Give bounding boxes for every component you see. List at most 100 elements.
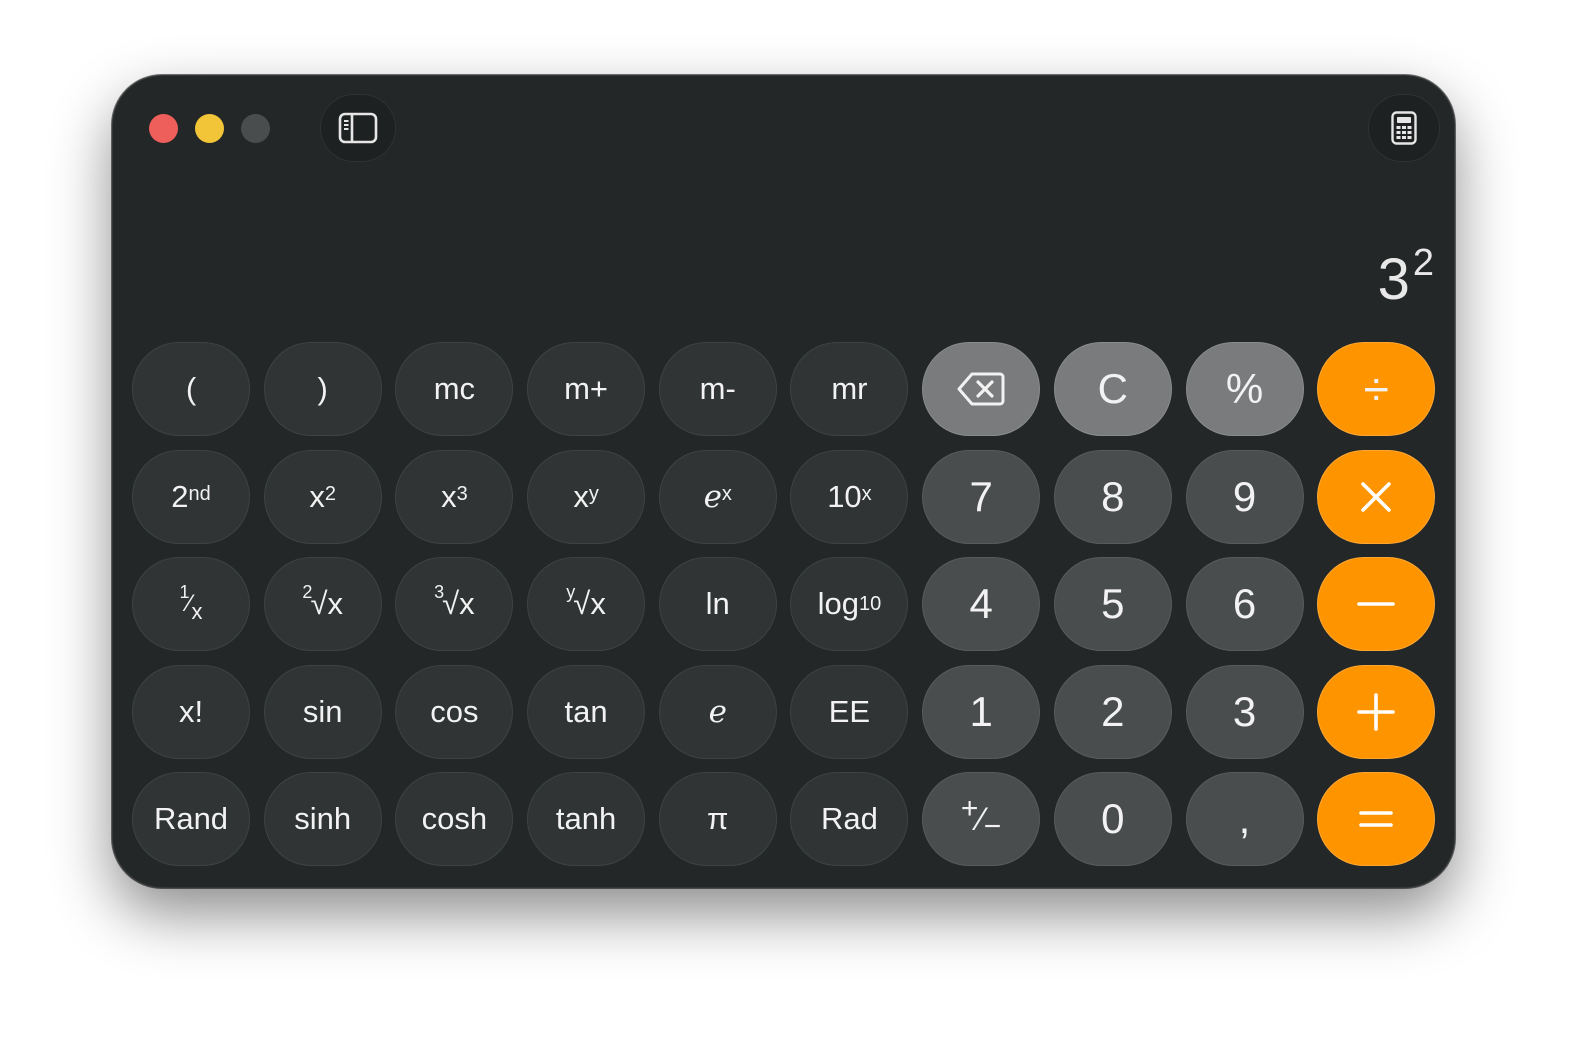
sign-toggle-plus: + <box>960 792 979 825</box>
exponent-ee-label: EE <box>828 693 871 729</box>
digit-4-key[interactable]: 4 <box>922 557 1041 651</box>
multiply-icon <box>1359 480 1393 514</box>
digit-1-label: 1 <box>969 687 993 735</box>
close-button[interactable] <box>149 114 178 143</box>
ten-power-x-key[interactable]: 10 x <box>790 449 909 544</box>
euler-e-key[interactable]: e <box>658 664 777 759</box>
y-root-argument: x <box>590 586 606 621</box>
cosh-label: cosh <box>421 801 488 836</box>
sign-toggle-key[interactable]: + ⁄ − <box>922 772 1041 866</box>
log10-key[interactable]: log 10 <box>790 557 909 651</box>
cube-root-argument: x <box>459 586 475 621</box>
y-root-key[interactable]: y √ x <box>527 557 646 651</box>
factorial-label: x! <box>178 693 204 729</box>
equals-icon <box>1358 807 1394 831</box>
digit-6-key[interactable]: 6 <box>1185 557 1304 651</box>
second-label: 2 <box>171 478 189 514</box>
backspace-key[interactable] <box>922 342 1041 436</box>
digit-3-key[interactable]: 3 <box>1185 664 1304 759</box>
digit-1-key[interactable]: 1 <box>922 664 1041 759</box>
multiply-key[interactable] <box>1317 449 1436 544</box>
y-root-index: y <box>566 581 576 602</box>
square-root-argument: x <box>327 586 343 621</box>
cos-label: cos <box>430 693 479 729</box>
open-paren-key[interactable]: ( <box>132 342 250 436</box>
equals-key[interactable] <box>1317 772 1436 866</box>
radians-key[interactable]: Rad <box>790 772 909 866</box>
tanh-key[interactable]: tanh <box>527 772 646 866</box>
memory-subtract-key[interactable]: m- <box>658 342 777 436</box>
e-power-x-base: e <box>703 478 722 515</box>
sinh-key[interactable]: sinh <box>263 772 382 866</box>
memory-add-label: m+ <box>564 371 609 406</box>
digit-0-key[interactable]: 0 <box>1053 772 1172 866</box>
radians-label: Rad <box>821 801 878 836</box>
digit-5-key[interactable]: 5 <box>1053 557 1172 651</box>
digit-6-label: 6 <box>1232 580 1257 627</box>
open-paren-label: ( <box>185 371 197 406</box>
memory-add-key[interactable]: m+ <box>527 342 646 436</box>
exponent-ee-key[interactable]: EE <box>790 664 909 759</box>
minimize-button[interactable] <box>195 114 224 143</box>
sin-key[interactable]: sin <box>263 664 382 759</box>
digit-7-key[interactable]: 7 <box>922 449 1041 544</box>
x-cubed-base: x <box>441 478 457 514</box>
e-power-x-key[interactable]: ex <box>658 449 777 544</box>
memory-subtract-label: m- <box>699 371 736 406</box>
close-paren-key[interactable]: ) <box>263 342 382 436</box>
memory-clear-key[interactable]: mc <box>395 342 514 436</box>
memory-clear-label: mc <box>433 371 476 406</box>
cos-key[interactable]: cos <box>395 664 514 759</box>
reciprocal-numerator: 1 <box>179 581 190 602</box>
x-power-y-key[interactable]: xy <box>527 449 646 544</box>
x-squared-key[interactable]: x2 <box>263 449 382 544</box>
decimal-label: , <box>1238 795 1251 842</box>
digit-9-label: 9 <box>1232 472 1257 520</box>
digit-0-label: 0 <box>1101 795 1125 842</box>
tan-label: tan <box>564 693 608 729</box>
log10-label: log <box>817 586 859 621</box>
sign-toggle-minus: − <box>983 810 1002 843</box>
digit-8-key[interactable]: 8 <box>1053 449 1172 544</box>
digit-2-key[interactable]: 2 <box>1053 664 1172 759</box>
percent-key[interactable]: % <box>1185 342 1304 436</box>
minus-icon <box>1357 601 1395 607</box>
clear-key[interactable]: C <box>1053 342 1172 436</box>
reciprocal-denominator: x <box>191 599 203 624</box>
plus-key[interactable] <box>1317 664 1436 759</box>
digit-9-key[interactable]: 9 <box>1185 449 1304 544</box>
cosh-key[interactable]: cosh <box>395 772 514 866</box>
result-display: 32 <box>1378 244 1435 309</box>
percent-label: % <box>1225 365 1264 412</box>
minus-key[interactable] <box>1317 557 1436 651</box>
second-function-key[interactable]: 2nd <box>132 449 250 544</box>
divide-label: ÷ <box>1363 363 1389 415</box>
display-base: 3 <box>1377 247 1411 312</box>
x-cubed-key[interactable]: x3 <box>395 449 514 544</box>
memory-recall-key[interactable]: mr <box>790 342 909 436</box>
x-power-y-base: x <box>573 478 589 514</box>
ten-power-x-base: 10 <box>827 478 862 514</box>
pi-key[interactable]: π <box>658 772 777 866</box>
cube-root-index: 3 <box>434 581 445 602</box>
factorial-key[interactable]: x! <box>132 664 250 759</box>
random-key[interactable]: Rand <box>132 772 250 866</box>
divide-key[interactable]: ÷ <box>1317 342 1436 436</box>
calculator-window: 32 ( ) mc m+ m- mr C % ÷ 2nd x2 x3 xy ex… <box>112 75 1455 888</box>
zoom-button[interactable] <box>241 114 270 143</box>
square-root-key[interactable]: 2 √ x <box>263 557 382 651</box>
cube-root-key[interactable]: 3 √ x <box>395 557 514 651</box>
natural-log-label: ln <box>705 586 730 621</box>
digit-7-label: 7 <box>969 472 993 520</box>
digit-4-label: 4 <box>969 580 993 627</box>
decimal-key[interactable]: , <box>1185 772 1304 866</box>
sidebar-toggle-icon <box>338 112 378 144</box>
reciprocal-key[interactable]: 1 ⁄ x <box>132 557 250 651</box>
sidebar-toggle-button[interactable] <box>320 94 396 162</box>
tan-key[interactable]: tan <box>527 664 646 759</box>
digit-5-label: 5 <box>1101 580 1125 627</box>
digit-3-label: 3 <box>1232 687 1257 735</box>
sin-label: sin <box>302 693 343 729</box>
calculator-mode-button[interactable] <box>1368 94 1440 162</box>
natural-log-key[interactable]: ln <box>658 557 777 651</box>
